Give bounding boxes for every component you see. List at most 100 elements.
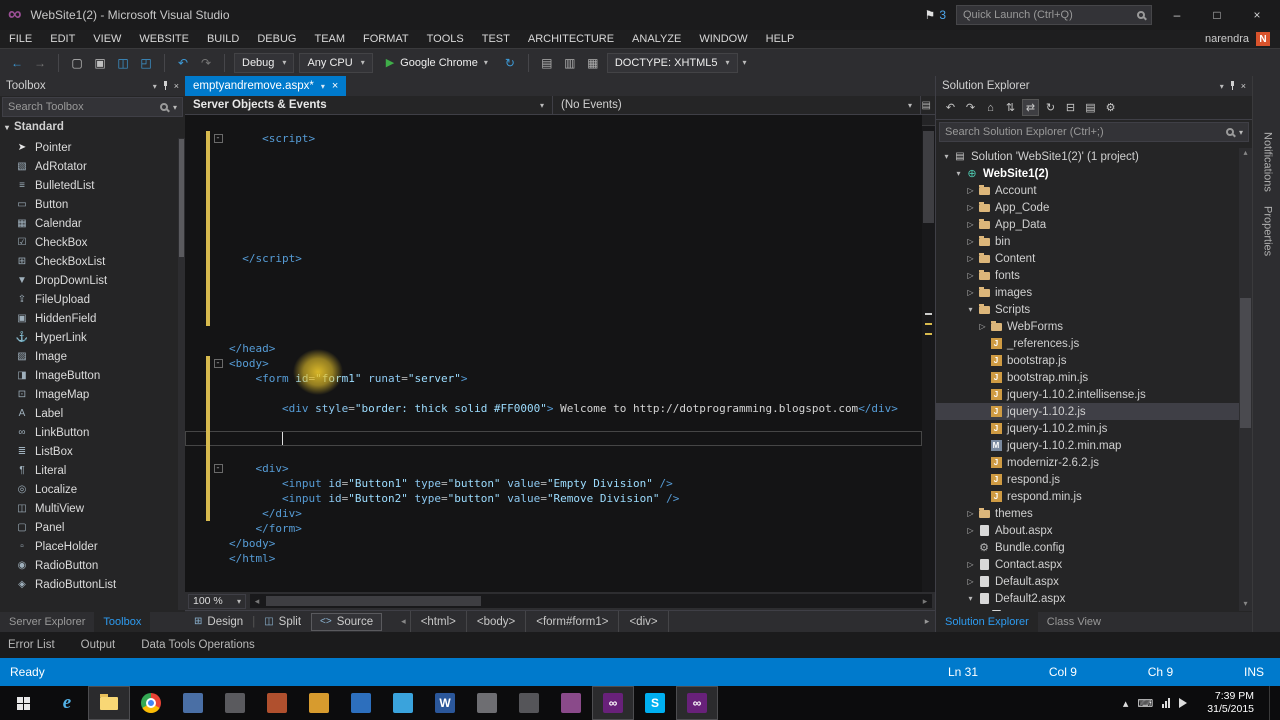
vertical-scrollbar[interactable] (922, 115, 935, 592)
breadcrumb-forward-icon[interactable]: ▸ (919, 616, 935, 627)
platform-dropdown[interactable]: Any CPU ▾ (299, 52, 373, 73)
tree-item-fonts[interactable]: ▷ fonts (936, 267, 1239, 284)
code-line[interactable]: <input id="Button2" type="button" value=… (185, 491, 922, 506)
expander-right-icon[interactable]: ▷ (964, 509, 977, 518)
code-line[interactable] (185, 386, 922, 401)
tree-item-about-aspx[interactable]: ▷ About.aspx (936, 522, 1239, 539)
tab-server-explorer[interactable]: Server Explorer (0, 612, 94, 632)
expander-down-icon[interactable]: ▾ (940, 152, 953, 161)
tree-item-jquery-1-10-2-min-js[interactable]: Jjquery-1.10.2.min.js (936, 420, 1239, 437)
menu-debug[interactable]: DEBUG (248, 30, 305, 48)
tree-item-bootstrap-min-js[interactable]: Jbootstrap.min.js (936, 369, 1239, 386)
auto-hide-pin-icon[interactable] (1228, 81, 1237, 91)
code-line[interactable]: <div style="border: thick solid #FF0000"… (185, 401, 922, 416)
undo-icon[interactable]: ↶ (174, 56, 192, 70)
tree-item-respond-min-js[interactable]: Jrespond.min.js (936, 488, 1239, 505)
toolbox-item-checkboxlist[interactable]: ⊞ CheckBoxList (0, 252, 177, 271)
toolbox-item-calendar[interactable]: ▦ Calendar (0, 214, 177, 233)
code-line[interactable] (185, 221, 922, 236)
keyboard-icon[interactable]: ⌨ (1137, 697, 1153, 710)
code-line[interactable] (185, 446, 922, 461)
home-icon[interactable]: ⌂ (982, 99, 999, 116)
fold-collapse-icon[interactable]: - (213, 359, 223, 368)
toolbox-header[interactable]: Toolbox ▾ × (0, 76, 185, 96)
tree-item-jquery-1-10-2-min-map[interactable]: Mjquery-1.10.2.min.map (936, 437, 1239, 454)
breadcrumb-html[interactable]: <html> (409, 610, 466, 633)
tree-item[interactable] (936, 607, 1239, 611)
menu-architecture[interactable]: ARCHITECTURE (519, 30, 623, 48)
toolbox-item-panel[interactable]: ▢ Panel (0, 518, 177, 537)
user-avatar-badge[interactable]: N (1256, 32, 1270, 46)
tab-class-view[interactable]: Class View (1038, 612, 1110, 632)
app-gray-taskbar-button[interactable] (466, 686, 508, 720)
toolbox-item-label[interactable]: A Label (0, 404, 177, 423)
toolbox-scrollbar[interactable] (178, 138, 185, 610)
doc-outline-icon-3[interactable]: ▦ (584, 56, 602, 70)
code-line[interactable] (185, 236, 922, 251)
toolbox-search-input[interactable]: Search Toolbox ▾ (2, 97, 183, 117)
switch-views-icon[interactable]: ⇅ (1002, 99, 1019, 116)
word-taskbar-button[interactable]: W (424, 686, 466, 720)
toolbox-item-dropdownlist[interactable]: ▼ DropDownList (0, 271, 177, 290)
app-pen-taskbar-button[interactable] (508, 686, 550, 720)
tree-item-default2-aspx[interactable]: ▾ Default2.aspx (936, 590, 1239, 607)
toolbox-item-fileupload[interactable]: ⇪ FileUpload (0, 290, 177, 309)
code-line[interactable] (185, 266, 922, 281)
doc-outline-icon-1[interactable]: ▤ (538, 56, 556, 70)
volume-icon[interactable] (1179, 698, 1192, 708)
expander-right-icon[interactable]: ▷ (964, 220, 977, 229)
scrollbar-thumb[interactable] (923, 131, 934, 223)
toolbox-item-linkbutton[interactable]: ∞ LinkButton (0, 423, 177, 442)
menu-website[interactable]: WEBSITE (130, 30, 198, 48)
window-position-icon[interactable]: ▾ (1220, 82, 1224, 91)
code-line[interactable] (185, 311, 922, 326)
expander-down-icon[interactable]: ▾ (964, 594, 977, 603)
breadcrumb-formform1[interactable]: <form#form1> (525, 610, 618, 633)
tree-item-themes[interactable]: ▷ themes (936, 505, 1239, 522)
toolbox-item-pointer[interactable]: ➤ Pointer (0, 138, 177, 157)
expander-right-icon[interactable]: ▷ (964, 254, 977, 263)
toolbox-item-hiddenfield[interactable]: ▣ HiddenField (0, 309, 177, 328)
menu-format[interactable]: FORMAT (354, 30, 418, 48)
object-dropdown[interactable]: Server Objects & Events ▾ (185, 96, 553, 114)
start-button[interactable] (0, 686, 46, 720)
document-outline-icon[interactable]: ▤ (922, 100, 935, 111)
app-editor-taskbar-button[interactable] (214, 686, 256, 720)
tree-item-account[interactable]: ▷ Account (936, 182, 1239, 199)
code-line[interactable]: - <script> (185, 131, 922, 146)
toolbox-item-literal[interactable]: ¶ Literal (0, 461, 177, 480)
tree-item-jquery-1-10-2-js[interactable]: Jjquery-1.10.2.js (936, 403, 1239, 420)
menu-view[interactable]: VIEW (84, 30, 130, 48)
scroll-right-icon[interactable]: ▸ (918, 596, 932, 607)
menu-analyze[interactable]: ANALYZE (623, 30, 690, 48)
window-position-icon[interactable]: ▾ (153, 82, 157, 91)
code-line[interactable]: </script> (185, 251, 922, 266)
chrome-taskbar-button[interactable] (130, 686, 172, 720)
doc-outline-icon-2[interactable]: ▥ (561, 56, 579, 70)
menu-build[interactable]: BUILD (198, 30, 248, 48)
toolbox-item-image[interactable]: ▨ Image (0, 347, 177, 366)
toolbox-item-bulletedlist[interactable]: ≡ BulletedList (0, 176, 177, 195)
back-icon[interactable]: ↶ (942, 99, 959, 116)
app-red-taskbar-button[interactable] (256, 686, 298, 720)
forward-icon[interactable]: ↷ (962, 99, 979, 116)
tree-item-app-data[interactable]: ▷ App_Data (936, 216, 1239, 233)
fold-collapse-icon[interactable]: - (213, 134, 223, 143)
quick-launch-input[interactable]: Quick Launch (Ctrl+Q) (956, 5, 1152, 25)
source-view-button[interactable]: <> Source (311, 612, 383, 631)
network-icon[interactable] (1162, 698, 1171, 708)
breadcrumb-back-icon[interactable]: ◂ (397, 616, 410, 627)
app-skype-taskbar-button[interactable]: S (634, 686, 676, 720)
properties-tab[interactable]: Properties (1260, 206, 1274, 256)
code-line[interactable] (185, 176, 922, 191)
tab-solution-explorer[interactable]: Solution Explorer (936, 612, 1038, 632)
chevron-down-icon[interactable]: ▾ (321, 82, 325, 91)
code-line[interactable]: </body> (185, 536, 922, 551)
breadcrumb-body[interactable]: <body> (465, 610, 525, 633)
doctype-dropdown[interactable]: DOCTYPE: XHTML5 ▾ (606, 52, 738, 73)
tab-error-list[interactable]: Error List (8, 639, 55, 651)
tree-item-jquery-1-10-2-intellisense-js[interactable]: Jjquery-1.10.2.intellisense.js (936, 386, 1239, 403)
sync-active-document-icon[interactable]: ⇄ (1022, 99, 1039, 116)
menu-edit[interactable]: EDIT (41, 30, 84, 48)
scrollbar-thumb[interactable] (266, 596, 481, 606)
